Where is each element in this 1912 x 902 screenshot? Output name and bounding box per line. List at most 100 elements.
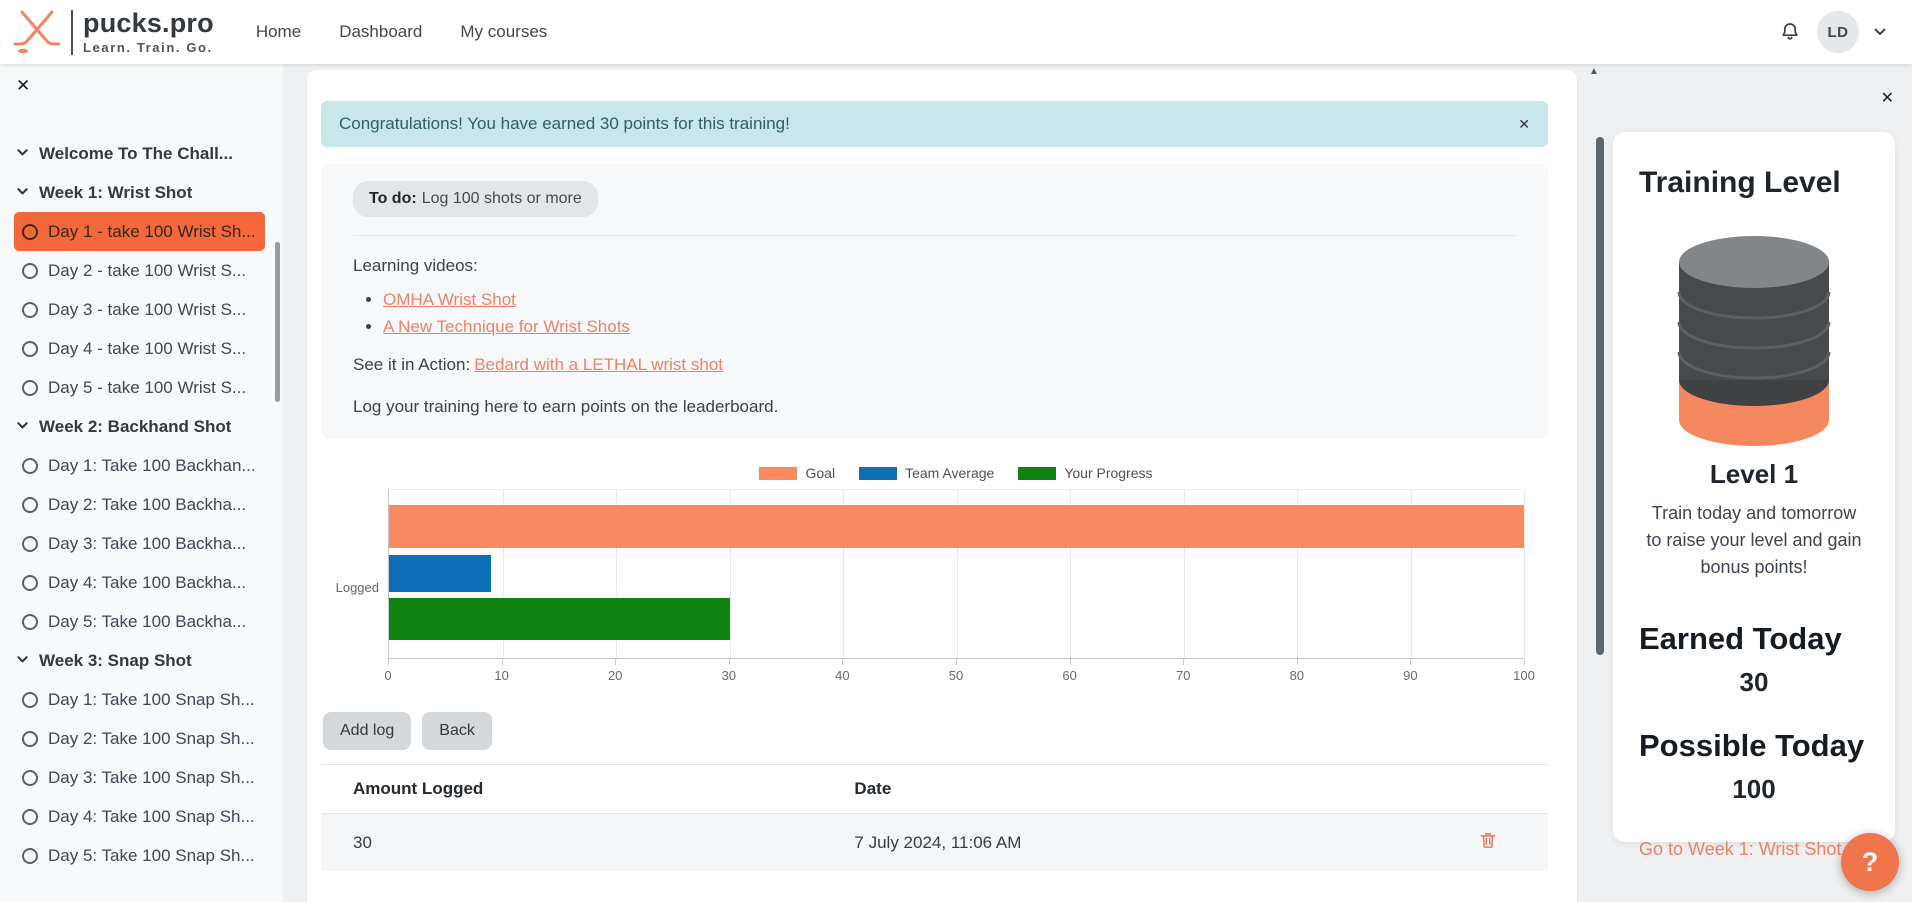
sidebar-item[interactable]: Day 3 - take 100 Wrist S... [14, 290, 265, 329]
back-button[interactable]: Back [422, 712, 492, 750]
sidebar-item[interactable]: Day 2 - take 100 Wrist S... [14, 251, 265, 290]
sidebar-section[interactable]: Week 3: Snap Shot [0, 641, 283, 680]
video-link[interactable]: OMHA Wrist Shot [383, 290, 516, 309]
delete-log-button[interactable] [1478, 830, 1498, 850]
sidebar-section[interactable]: Week 1: Wrist Shot [0, 173, 283, 212]
chevron-down-icon[interactable] [1874, 28, 1886, 36]
activity-circle-icon [22, 614, 38, 630]
sidebar-item-label: Day 4 - take 100 Wrist S... [48, 339, 246, 359]
activity-card: Congratulations! You have earned 30 poin… [307, 70, 1577, 902]
log-table-body: 307 July 2024, 11:06 AM [321, 814, 1548, 872]
x-tick-label: 50 [949, 668, 963, 683]
x-tick-mark [1070, 659, 1071, 665]
possible-today-label: Possible Today [1639, 728, 1873, 764]
sidebar-section-label: Welcome To The Chall... [39, 144, 233, 164]
chart-plot-area [388, 489, 1524, 659]
learning-videos-label: Learning videos: [353, 256, 1516, 276]
x-tick-label: 100 [1513, 668, 1535, 683]
video-link[interactable]: A New Technique for Wrist Shots [383, 317, 630, 336]
top-navbar: pucks.pro Learn. Train. Go. Home Dashboar… [0, 0, 1912, 64]
sidebar-item[interactable]: Day 3: Take 100 Backha... [14, 524, 265, 563]
sidebar-item[interactable]: Day 5 - take 100 Wrist S... [14, 368, 265, 407]
gridline [1524, 490, 1525, 658]
help-button[interactable]: ? [1841, 833, 1899, 891]
main-content: Congratulations! You have earned 30 poin… [283, 64, 1596, 902]
sidebar-section[interactable]: Week 2: Backhand Shot [0, 407, 283, 446]
sidebar-item[interactable]: Day 4: Take 100 Snap Sh... [14, 797, 265, 836]
x-tick-label: 40 [835, 668, 849, 683]
nav-link-dashboard[interactable]: Dashboard [339, 22, 422, 42]
x-tick-label: 70 [1176, 668, 1190, 683]
activity-circle-icon [22, 692, 38, 708]
avatar[interactable]: LD [1817, 11, 1859, 53]
sidebar-item-label: Day 1: Take 100 Snap Sh... [48, 690, 255, 710]
scroll-up-arrow[interactable]: ▲ [1589, 66, 1599, 77]
panel-scrollbar-thumb[interactable] [1596, 137, 1604, 655]
activity-circle-icon [22, 731, 38, 747]
legend-label: Team Average [905, 465, 994, 481]
sidebar-scrollbar-thumb[interactable] [275, 242, 280, 402]
training-level-panel: ✕ Training Level Level 1 Train today and… [1596, 64, 1912, 902]
legend-swatch [859, 467, 897, 480]
brand-logo[interactable]: pucks.pro Learn. Train. Go. [12, 8, 214, 56]
x-tick-mark [842, 659, 843, 665]
x-tick-mark [615, 659, 616, 665]
activity-circle-icon [22, 224, 38, 240]
sidebar-item[interactable]: Day 4: Take 100 Backha... [14, 563, 265, 602]
chart-row: Logged 0102030405060708090100 [321, 489, 1548, 685]
sidebar-item[interactable]: Day 1: Take 100 Backhan... [14, 446, 265, 485]
sidebar-item[interactable]: Day 1: Take 100 Snap Sh... [14, 680, 265, 719]
action-video-link[interactable]: Bedard with a LETHAL wrist shot [474, 355, 723, 374]
video-link-list: OMHA Wrist Shot A New Technique for Wrist… [353, 290, 1516, 337]
sidebar-item[interactable]: Day 2: Take 100 Backha... [14, 485, 265, 524]
amount-logged-cell: 30 [321, 814, 854, 872]
sidebar-section[interactable]: Welcome To The Chall... [0, 134, 283, 173]
activity-circle-icon [22, 458, 38, 474]
sidebar-section-label: Week 1: Wrist Shot [39, 183, 192, 203]
sidebar-item[interactable]: Day 5: Take 100 Snap Sh... [14, 836, 265, 875]
go-to-week-link[interactable]: Go to Week 1: Wrist Shot [1639, 839, 1873, 860]
chart-plot-wrap: 0102030405060708090100 [388, 489, 1524, 685]
sidebar-item[interactable]: Day 1 - take 100 Wrist Sh... [14, 212, 265, 251]
avatar-initials: LD [1828, 24, 1849, 41]
close-sidebar-button[interactable]: ✕ [16, 76, 30, 96]
todo-badge: To do: Log 100 shots or more [353, 181, 598, 217]
course-index-list: Welcome To The Chall... Week 1: Wrist Sho… [0, 134, 283, 875]
nav-link-home[interactable]: Home [256, 22, 301, 42]
log-table-header-row: Amount LoggedDate [321, 765, 1548, 814]
progress-chart: GoalTeam AverageYour Progress Logged 010… [321, 465, 1548, 685]
legend-item: Goal [759, 465, 835, 481]
activity-circle-icon [22, 380, 38, 396]
x-tick-label: 80 [1290, 668, 1304, 683]
sidebar-item[interactable]: Day 4 - take 100 Wrist S... [14, 329, 265, 368]
panel-close-button[interactable]: ✕ [1881, 88, 1894, 108]
nav-link-my-courses[interactable]: My courses [460, 22, 547, 42]
navbar-right: LD [1778, 11, 1886, 53]
date-cell: 7 July 2024, 11:06 AM [854, 814, 1428, 872]
sidebar-item[interactable]: Day 3: Take 100 Snap Sh... [14, 758, 265, 797]
chevron-down-icon [16, 651, 29, 671]
activity-circle-icon [22, 809, 38, 825]
legend-swatch [759, 467, 797, 480]
activity-circle-icon [22, 341, 38, 357]
possible-today-value: 100 [1635, 774, 1873, 805]
alert-close-button[interactable]: ✕ [1518, 116, 1530, 133]
video-link-item: OMHA Wrist Shot [383, 290, 1516, 310]
notifications-bell-icon[interactable] [1778, 20, 1802, 44]
sidebar-item-label: Day 5: Take 100 Snap Sh... [48, 846, 255, 866]
x-tick-mark [388, 659, 389, 665]
alert-text: Congratulations! You have earned 30 poin… [339, 114, 790, 134]
add-log-button[interactable]: Add log [323, 712, 411, 750]
todo-text: Log 100 shots or more [422, 190, 582, 208]
sidebar-item-label: Day 3: Take 100 Snap Sh... [48, 768, 255, 788]
sidebar-item[interactable]: Day 5: Take 100 Backha... [14, 602, 265, 641]
chart-tick-labels: 0102030405060708090100 [388, 659, 1524, 685]
sidebar-item[interactable]: Day 2: Take 100 Snap Sh... [14, 719, 265, 758]
bar-your-progress [389, 598, 730, 640]
x-tick-mark [1524, 659, 1525, 665]
action-buttons: Add log Back [321, 712, 1548, 750]
chevron-down-icon [16, 144, 29, 164]
sidebar-item-label: Day 2: Take 100 Snap Sh... [48, 729, 255, 749]
sidebar-section-label: Week 3: Snap Shot [39, 651, 192, 671]
level-label: Level 1 [1635, 459, 1873, 490]
